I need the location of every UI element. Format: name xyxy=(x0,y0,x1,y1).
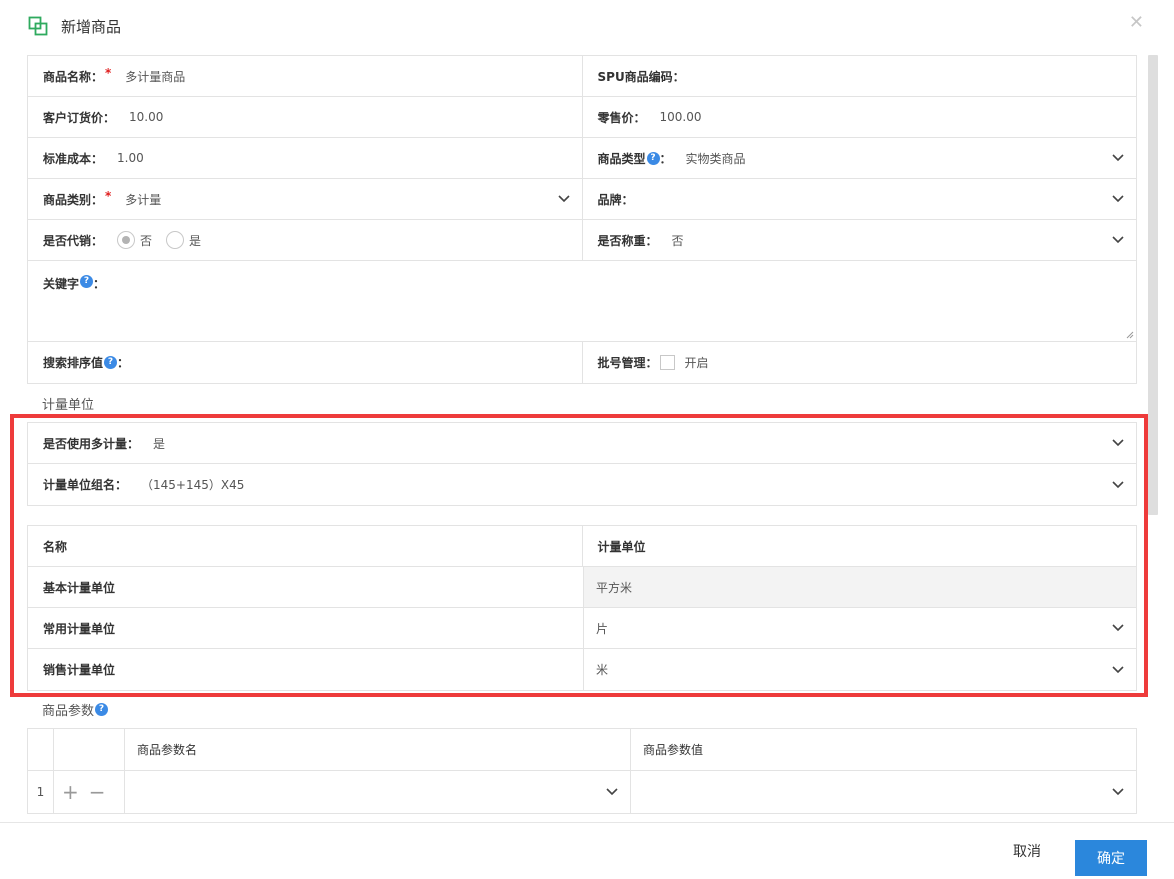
checkbox-label: 开启 xyxy=(684,356,709,370)
field-label: 商品类别： xyxy=(43,192,104,207)
radio-option-no[interactable]: 否 xyxy=(117,231,152,249)
param-name-select[interactable] xyxy=(124,771,630,813)
product-type-select[interactable]: 商品类型 ? ： 实物类商品 xyxy=(581,138,1137,178)
order-price-field[interactable]: 客户订货价： 10.00 xyxy=(28,97,582,137)
table-header-row: 商品参数名 商品参数值 xyxy=(28,729,1136,771)
section-title-text: 商品参数 xyxy=(42,704,95,719)
field-colon: ： xyxy=(93,277,106,291)
minus-icon[interactable]: − xyxy=(89,782,106,802)
table-row: 1 + − xyxy=(28,771,1136,813)
close-icon[interactable]: ✕ xyxy=(1129,13,1144,33)
field-label: 零售价： xyxy=(597,110,646,125)
batch-mgmt-checkbox[interactable] xyxy=(659,355,675,370)
category-value: 多计量 xyxy=(125,192,162,207)
weighing-value: 否 xyxy=(671,233,684,248)
consignment-radio-group: 否 是 xyxy=(117,231,215,249)
column-header: 商品参数值 xyxy=(630,729,1136,770)
chevron-down-icon[interactable] xyxy=(606,788,618,796)
field-label: 标准成本： xyxy=(43,151,104,166)
radio-label: 是 xyxy=(189,233,202,248)
field-colon: ： xyxy=(659,151,672,166)
row-index: 1 xyxy=(36,785,45,799)
dialog-header: 新增商品 ✕ xyxy=(0,0,1174,50)
scrollbar-thumb[interactable] xyxy=(1148,55,1158,515)
product-form: 商品名称： * 多计量商品 SPU商品编码： 客户订货价： 10.00 零售价：… xyxy=(27,55,1137,384)
keywords-field[interactable]: 关键字 ? ： xyxy=(28,261,1136,341)
field-colon: ： xyxy=(117,356,130,370)
help-icon[interactable]: ? xyxy=(646,151,660,165)
field-label: 关键字 xyxy=(43,277,80,291)
index-header xyxy=(28,729,53,770)
chevron-down-icon[interactable] xyxy=(1112,195,1124,203)
product-name-field[interactable]: 商品名称： * 多计量商品 xyxy=(28,56,582,96)
chevron-down-icon[interactable] xyxy=(1112,788,1124,796)
dialog-footer: 取消 确定 xyxy=(0,822,1174,879)
consignment-field: 是否代销： 否 是 xyxy=(28,220,582,260)
standard-cost-field[interactable]: 标准成本： 1.00 xyxy=(28,138,582,178)
field-label: SPU商品编码： xyxy=(597,69,685,84)
help-icon[interactable]: ? xyxy=(104,356,118,369)
cancel-button[interactable]: 取消 xyxy=(1013,841,1041,861)
column-header: 商品参数名 xyxy=(124,729,630,770)
chevron-down-icon[interactable] xyxy=(1112,236,1124,244)
required-mark: * xyxy=(105,189,112,203)
field-label: 是否代销： xyxy=(43,233,104,248)
params-section-title: 商品参数 ? xyxy=(42,700,109,719)
order-price-input[interactable]: 10.00 xyxy=(129,110,163,124)
param-value-select[interactable] xyxy=(630,771,1136,813)
help-icon[interactable]: ? xyxy=(95,703,109,716)
batch-mgmt-field: 批号管理： 开启 xyxy=(581,342,1137,383)
standard-cost-input[interactable]: 1.00 xyxy=(117,151,144,165)
weighing-select[interactable]: 是否称重： 否 xyxy=(581,220,1137,260)
field-label: 是否称重： xyxy=(597,233,658,248)
field-label: 搜索排序值 xyxy=(43,356,104,370)
chevron-down-icon[interactable] xyxy=(1112,154,1124,162)
confirm-button[interactable]: 确定 xyxy=(1075,840,1147,876)
product-name-input[interactable]: 多计量商品 xyxy=(125,68,185,85)
ops-header xyxy=(53,729,124,770)
field-label: 品牌： xyxy=(597,192,634,207)
resize-handle-icon[interactable] xyxy=(1126,331,1134,339)
field-label: 客户订货价： xyxy=(43,110,116,125)
copy-icon xyxy=(28,16,48,36)
units-section-title: 计量单位 xyxy=(42,398,95,413)
field-label: 商品类型 xyxy=(597,151,646,166)
field-label: 批号管理： xyxy=(597,356,658,370)
header-text: 商品参数值 xyxy=(643,743,704,757)
plus-icon[interactable]: + xyxy=(62,782,79,802)
highlight-box xyxy=(10,414,1148,697)
dialog-title: 新增商品 xyxy=(61,18,122,36)
row-ops: + − xyxy=(53,771,124,813)
field-label: 商品名称： xyxy=(43,69,104,84)
radio-button[interactable] xyxy=(166,231,185,249)
retail-price-field[interactable]: 零售价： 100.00 xyxy=(581,97,1137,137)
retail-price-input[interactable]: 100.00 xyxy=(660,110,702,124)
radio-label: 否 xyxy=(140,233,153,248)
search-sort-field[interactable]: 搜索排序值 ? ： xyxy=(28,342,582,383)
radio-button[interactable] xyxy=(117,231,136,249)
brand-select[interactable]: 品牌： xyxy=(581,179,1137,219)
header-text: 商品参数名 xyxy=(137,743,198,757)
params-table: 商品参数名 商品参数值 1 + − xyxy=(27,728,1137,814)
spu-code-field[interactable]: SPU商品编码： xyxy=(581,56,1137,96)
category-select[interactable]: 商品类别： * 多计量 xyxy=(28,179,582,219)
product-type-value: 实物类商品 xyxy=(685,151,746,166)
help-icon[interactable]: ? xyxy=(80,275,94,288)
radio-option-yes[interactable]: 是 xyxy=(166,231,201,249)
chevron-down-icon[interactable] xyxy=(557,195,570,203)
required-mark: * xyxy=(105,66,112,80)
